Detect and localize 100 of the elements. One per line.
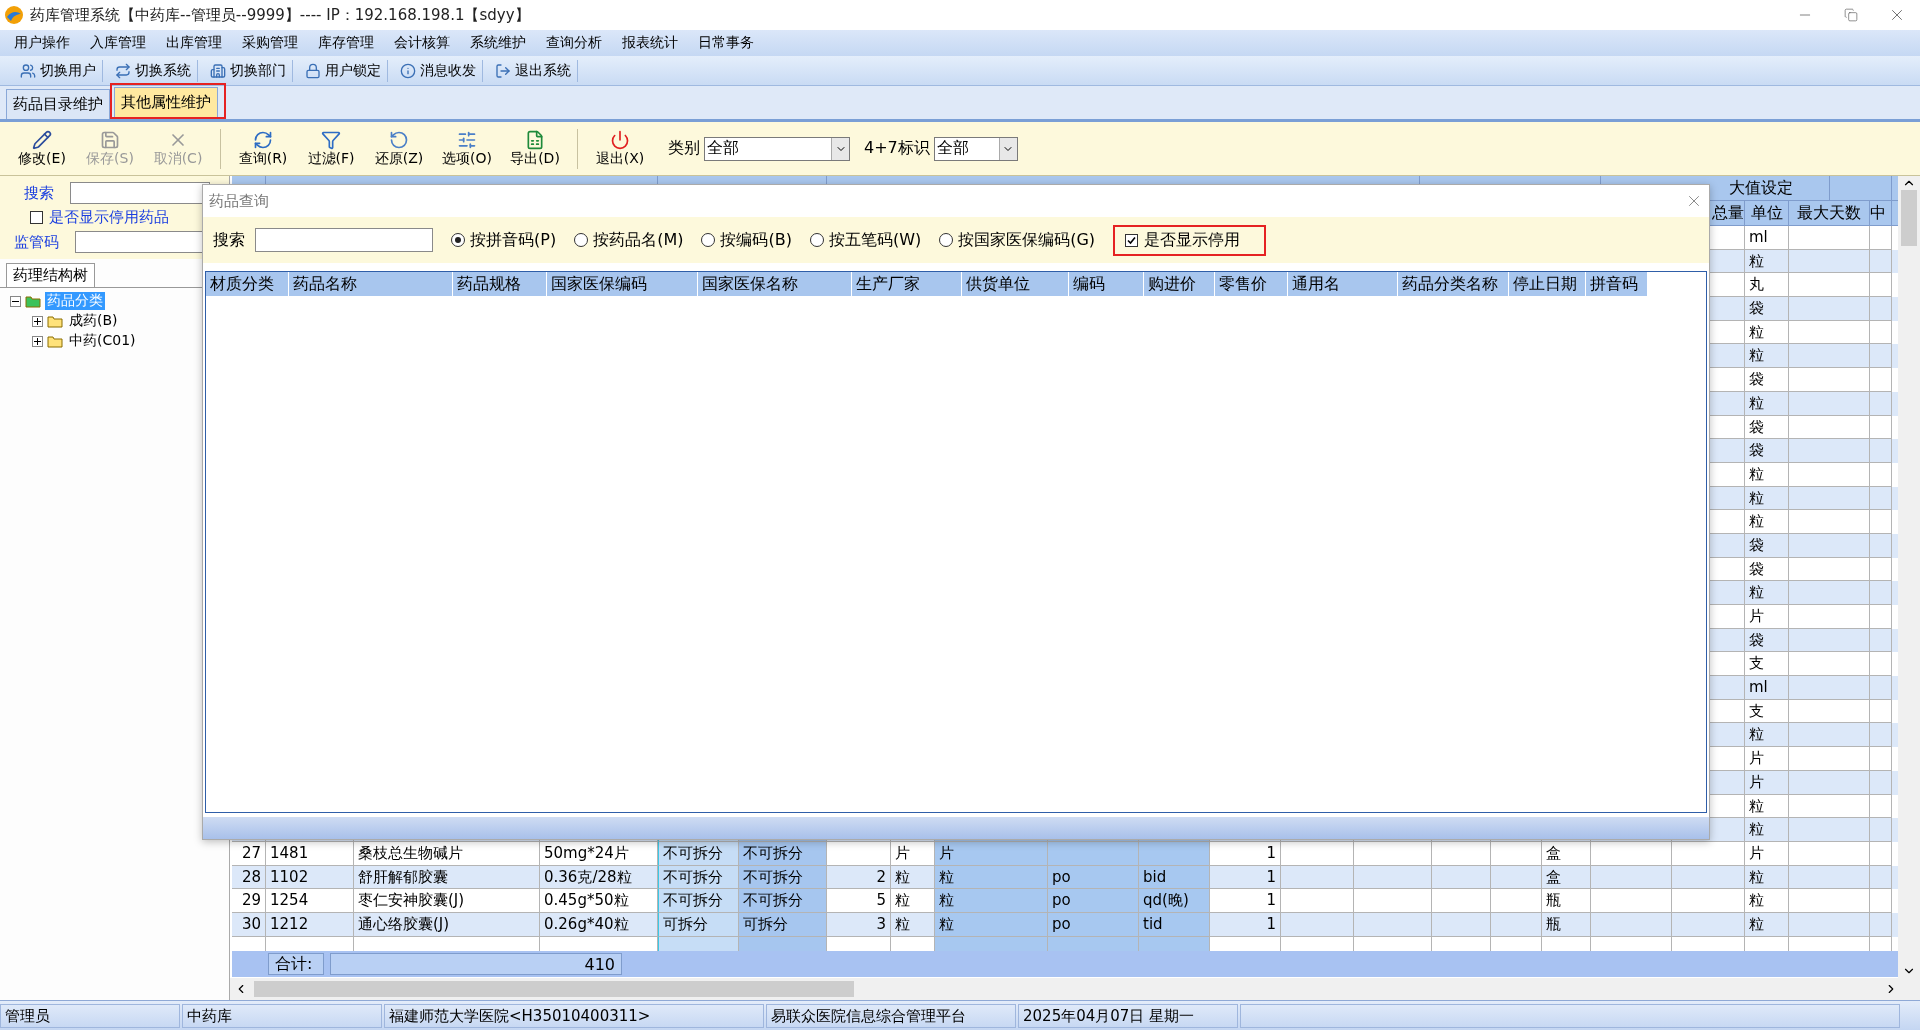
table-cell: 袋 bbox=[1745, 533, 1789, 558]
toolbar-button[interactable]: 过滤(F) bbox=[297, 127, 365, 170]
toolbar-button[interactable]: 导出(D) bbox=[501, 127, 569, 170]
table-cell: 枣仁安神胶囊(J) bbox=[354, 889, 540, 913]
dropdown[interactable]: 全部 bbox=[933, 136, 1018, 161]
menu-item[interactable]: 日常事务 bbox=[688, 32, 764, 54]
table-cell: 片 bbox=[935, 841, 1048, 866]
tree-item[interactable]: 中药(C01) bbox=[67, 332, 138, 350]
toolbar-icon bbox=[400, 62, 416, 79]
menu-item[interactable]: 系统维护 bbox=[460, 32, 536, 54]
table-cell: 5 bbox=[827, 889, 891, 913]
search-field[interactable] bbox=[255, 228, 433, 252]
toolbar-button[interactable]: 用户锁定 bbox=[299, 59, 388, 82]
scrollbar-thumb[interactable] bbox=[1901, 190, 1917, 246]
menu-item[interactable]: 用户操作 bbox=[4, 32, 80, 54]
table-cell bbox=[1870, 676, 1892, 700]
table-cell: 粒 bbox=[1745, 818, 1789, 842]
radio-option[interactable]: 按药品名(M) bbox=[574, 229, 684, 251]
menu-item[interactable]: 会计核算 bbox=[384, 32, 460, 54]
table-cell: po bbox=[1048, 865, 1139, 890]
column-header: 供货单位 bbox=[962, 272, 1069, 296]
toolbar-button[interactable]: 退出(X) bbox=[586, 127, 654, 170]
status-item: 2025年04月07日 星期一 bbox=[1018, 1003, 1238, 1028]
row-number: 29 bbox=[232, 889, 266, 913]
table-cell bbox=[1432, 841, 1491, 866]
checkbox[interactable] bbox=[1125, 233, 1139, 247]
dropdown[interactable]: 全部 bbox=[704, 136, 850, 161]
menu-item[interactable]: 入库管理 bbox=[80, 32, 156, 54]
check-icon bbox=[1127, 235, 1137, 245]
toolbar-icon bbox=[20, 62, 36, 79]
filter-label: 4+7标识 bbox=[864, 138, 930, 159]
table-cell: po bbox=[1048, 889, 1139, 913]
expand-toggle[interactable] bbox=[32, 315, 43, 327]
table-cell bbox=[1870, 889, 1892, 913]
toolbar-button[interactable]: 消息收发 bbox=[394, 59, 483, 82]
table-cell: 1212 bbox=[266, 912, 354, 937]
table-cell bbox=[827, 841, 891, 866]
table-cell: bid bbox=[1139, 865, 1210, 890]
radio-option[interactable]: 按国家医保编码(G) bbox=[939, 229, 1096, 251]
menu-item[interactable]: 库存管理 bbox=[308, 32, 384, 54]
tab[interactable]: 药品目录维护 bbox=[6, 89, 110, 119]
table-cell: 1 bbox=[1210, 889, 1281, 913]
menu-item[interactable]: 查询分析 bbox=[536, 32, 612, 54]
toolbar-icon bbox=[210, 62, 226, 79]
window-title: 药库管理系统【中药库--管理员--9999】---- IP：192.168.198.1【sdyy】 bbox=[30, 5, 531, 25]
table-cell: 3 bbox=[827, 912, 891, 937]
table-cell: 不可拆分 bbox=[658, 889, 739, 913]
status-item: 易联众医院信息综合管理平台 bbox=[766, 1003, 1016, 1028]
table-cell bbox=[1139, 841, 1210, 866]
table-cell: 1 bbox=[1210, 841, 1281, 866]
table-cell bbox=[1870, 368, 1892, 392]
scrollbar-thumb[interactable] bbox=[254, 981, 854, 997]
restore-icon[interactable] bbox=[1844, 8, 1858, 22]
toolbar-icon bbox=[32, 129, 52, 150]
table-cell: 片 bbox=[1745, 770, 1789, 795]
search-field[interactable] bbox=[70, 182, 210, 204]
table-cell: 粒 bbox=[935, 912, 1048, 937]
toolbar-button[interactable]: 选项(O) bbox=[433, 127, 501, 170]
toolbar-button[interactable]: 退出系统 bbox=[489, 59, 578, 82]
menu-item[interactable]: 报表统计 bbox=[612, 32, 688, 54]
checkbox[interactable] bbox=[30, 211, 43, 224]
toolbar-button[interactable]: 切换用户 bbox=[14, 59, 103, 82]
table-cell bbox=[1432, 889, 1491, 913]
table-cell bbox=[1870, 747, 1892, 771]
column-header: 编码 bbox=[1069, 272, 1144, 296]
table-cell: 桑枝总生物碱片 bbox=[354, 841, 540, 866]
tab[interactable]: 其他属性维护 bbox=[114, 87, 218, 117]
toolbar-button[interactable]: 切换部门 bbox=[204, 59, 293, 82]
table-cell: 粒 bbox=[935, 889, 1048, 913]
collapse-toggle[interactable] bbox=[10, 295, 21, 307]
table-cell: 粒 bbox=[1745, 889, 1789, 913]
table-cell bbox=[1870, 439, 1892, 463]
table-cell bbox=[1491, 841, 1542, 866]
table-cell: 片 bbox=[1745, 605, 1789, 629]
toolbar-icon bbox=[457, 129, 477, 150]
radio-option[interactable]: 按编码(B) bbox=[701, 229, 792, 251]
tree-item[interactable]: 成药(B) bbox=[67, 312, 120, 330]
toolbar-button[interactable]: 切换系统 bbox=[109, 59, 198, 82]
table-cell bbox=[1870, 770, 1892, 795]
tree-tab[interactable]: 药理结构树 bbox=[6, 263, 95, 287]
toolbar-icon bbox=[100, 129, 120, 150]
table-cell: 不可拆分 bbox=[739, 841, 827, 866]
table-cell: 袋 bbox=[1745, 297, 1789, 321]
plus-icon bbox=[34, 317, 41, 325]
expand-toggle[interactable] bbox=[32, 335, 43, 347]
column-header: 单位 bbox=[1745, 201, 1789, 225]
radio-option[interactable]: 按五笔码(W) bbox=[809, 229, 922, 251]
menu-item[interactable]: 采购管理 bbox=[232, 32, 308, 54]
column-header: 拼音码 bbox=[1586, 272, 1648, 296]
toolbar-button[interactable]: 查询(R) bbox=[229, 127, 297, 170]
table-cell: po bbox=[1048, 912, 1139, 937]
table-cell: 片 bbox=[1745, 747, 1789, 771]
table-cell: 袋 bbox=[1745, 439, 1789, 463]
toolbar-button[interactable]: 修改(E) bbox=[8, 127, 76, 170]
column-header: 材质分类 bbox=[206, 272, 289, 296]
column-header: 最大天数 bbox=[1789, 201, 1870, 225]
folder-icon bbox=[25, 294, 41, 308]
radio-option[interactable]: 按拼音码(P) bbox=[451, 229, 557, 251]
toolbar-button[interactable]: 还原(Z) bbox=[365, 127, 433, 170]
menu-item[interactable]: 出库管理 bbox=[156, 32, 232, 54]
